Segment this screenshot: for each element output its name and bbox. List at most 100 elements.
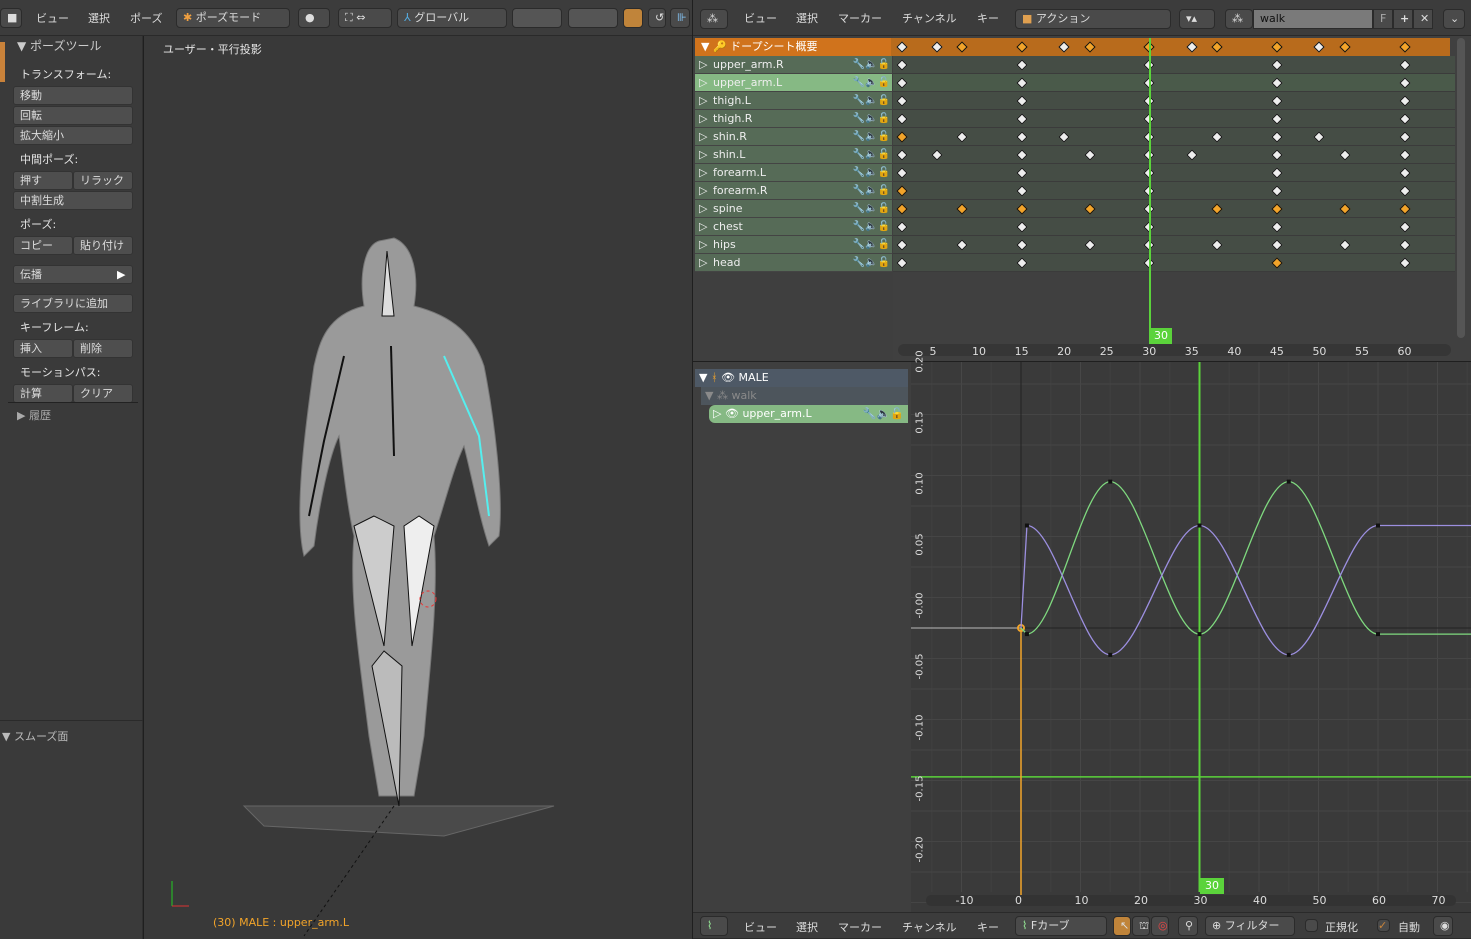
- tool-button[interactable]: コピー: [13, 236, 73, 255]
- unlink-action-button[interactable]: ✕: [1413, 9, 1433, 29]
- menu-key[interactable]: キー: [977, 919, 999, 935]
- channel-icons[interactable]: 🔧🔈🔓: [853, 146, 890, 164]
- menu-channel[interactable]: チャンネル: [902, 10, 957, 26]
- channel-thigh.L[interactable]: ▷ thigh.L 🔧🔈🔓: [695, 92, 892, 110]
- channel-forearm.L[interactable]: ▷ forearm.L 🔧🔈🔓: [695, 164, 892, 182]
- menu-select[interactable]: 選択: [796, 10, 818, 26]
- only-selected-toggle[interactable]: ↖: [1113, 916, 1131, 936]
- layers-1[interactable]: [512, 8, 562, 28]
- expand-icon[interactable]: ▷: [699, 146, 707, 164]
- proportional-edit-icon[interactable]: ◉: [1433, 916, 1453, 936]
- pivot-select[interactable]: ⛶ ⇔: [338, 8, 392, 28]
- expand-icon[interactable]: ▷: [699, 182, 707, 200]
- mode-select[interactable]: ✱ ポーズモード: [176, 8, 290, 28]
- graph-area[interactable]: [911, 362, 1471, 912]
- menu-key[interactable]: キー: [977, 10, 999, 26]
- fake-user-button[interactable]: F: [1373, 9, 1393, 29]
- graph-current-frame-badge[interactable]: 30: [1200, 878, 1224, 894]
- search-icon[interactable]: ⚲: [1178, 916, 1198, 936]
- panel-title[interactable]: ▼ ポーズツール: [17, 37, 101, 54]
- summary-label[interactable]: ▼ 🔑 ドープシート概要: [695, 38, 891, 56]
- object-row[interactable]: ▼ ᚼ 👁 MALE: [695, 369, 908, 387]
- channel-icons[interactable]: 🔧🔈🔓: [853, 200, 890, 218]
- menu-select[interactable]: 選択: [796, 919, 818, 935]
- expand-icon[interactable]: ▷: [699, 236, 707, 254]
- channel-icons[interactable]: 🔧🔈🔓: [853, 128, 890, 146]
- menu-marker[interactable]: マーカー: [838, 919, 882, 935]
- channel-icons[interactable]: 🔧🔈🔓: [853, 236, 890, 254]
- viewport-3d[interactable]: ユーザー・平行投影 (30) MALE : upper_arm.L: [144, 36, 692, 939]
- eye-icon[interactable]: 👁: [725, 407, 739, 420]
- expand-icon[interactable]: ▷: [699, 128, 707, 146]
- channel-icons[interactable]: 🔧🔈🔓: [863, 405, 904, 423]
- auto-checkbox[interactable]: ✓: [1377, 919, 1390, 932]
- channel-icons[interactable]: 🔧🔈🔓: [853, 92, 890, 110]
- channel-icons[interactable]: 🔧🔈🔓: [853, 110, 890, 128]
- ghost-toggle[interactable]: ⛫: [1132, 916, 1150, 936]
- playhead-line[interactable]: [1149, 38, 1151, 344]
- channel-shin.L[interactable]: ▷ shin.L 🔧🔈🔓: [695, 146, 892, 164]
- tool-button[interactable]: リラック: [73, 171, 133, 190]
- action-row[interactable]: ▼ ⁂ walk: [701, 387, 908, 405]
- menu-select[interactable]: 選択: [88, 10, 110, 26]
- tool-button[interactable]: 拡大縮小: [13, 126, 133, 145]
- channel-shin.R[interactable]: ▷ shin.R 🔧🔈🔓: [695, 128, 892, 146]
- channel-icons[interactable]: 🔧🔈🔓: [853, 164, 890, 182]
- channel-upper_arm.R[interactable]: ▷ upper_arm.R 🔧🔈🔓: [695, 56, 892, 74]
- push-down-button[interactable]: ▾▴: [1179, 9, 1215, 29]
- editor-type-button[interactable]: ■: [0, 8, 22, 28]
- menu-marker[interactable]: マーカー: [838, 10, 882, 26]
- orientation-select[interactable]: ⅄ グローバル: [397, 8, 507, 28]
- tool-button[interactable]: クリア: [73, 384, 133, 403]
- armature-figure[interactable]: [144, 36, 692, 939]
- channel-upper_arm.L[interactable]: ▷ upper_arm.L 🔧🔈🔓: [695, 74, 892, 92]
- channel-hips[interactable]: ▷ hips 🔧🔈🔓: [695, 236, 892, 254]
- expand-icon[interactable]: ▷: [699, 200, 707, 218]
- new-action-button[interactable]: +: [1393, 9, 1413, 29]
- channel-forearm.R[interactable]: ▷ forearm.R 🔧🔈🔓: [695, 182, 892, 200]
- menu-channel[interactable]: チャンネル: [902, 919, 957, 935]
- editor-type-button[interactable]: ⌇: [700, 916, 728, 936]
- expand-arrow-icon[interactable]: ▶: [117, 268, 125, 281]
- action-browse[interactable]: ⁂: [1225, 9, 1253, 29]
- tool-button[interactable]: 押す: [13, 171, 73, 190]
- xray-icon[interactable]: ⊪: [670, 8, 690, 28]
- expand-icon[interactable]: ▷: [699, 92, 707, 110]
- channel-head[interactable]: ▷ head 🔧🔈🔓: [695, 254, 892, 272]
- menu-pose[interactable]: ポーズ: [130, 10, 162, 26]
- channel-icons[interactable]: 🔧🔈🔓: [853, 74, 890, 92]
- channel-icons[interactable]: 🔧🔈🔓: [853, 182, 890, 200]
- channel-icons[interactable]: 🔧🔈🔓: [853, 56, 890, 74]
- expand-icon[interactable]: ▷: [699, 110, 707, 128]
- menu-view[interactable]: ビュー: [36, 10, 69, 26]
- tool-button[interactable]: ライブラリに追加: [13, 294, 133, 313]
- shading-select[interactable]: ●: [298, 8, 330, 28]
- tool-button[interactable]: 伝播: [13, 265, 133, 284]
- tool-button[interactable]: 計算: [13, 384, 73, 403]
- current-frame-badge[interactable]: 30: [1150, 328, 1172, 344]
- normalize-checkbox[interactable]: [1305, 919, 1318, 932]
- tool-button[interactable]: 回転: [13, 106, 133, 125]
- editor-type-button[interactable]: ⁂: [700, 9, 728, 29]
- errors-toggle[interactable]: ◎: [1151, 916, 1169, 936]
- channel-thigh.R[interactable]: ▷ thigh.R 🔧🔈🔓: [695, 110, 892, 128]
- channel-chest[interactable]: ▷ chest 🔧🔈🔓: [695, 218, 892, 236]
- lock-icon[interactable]: [623, 8, 643, 28]
- fcurve-channel-row[interactable]: ▷ 👁 upper_arm.L 🔧🔈🔓: [709, 405, 908, 423]
- expand-icon[interactable]: ▷: [699, 56, 707, 74]
- tool-button[interactable]: 貼り付け: [73, 236, 133, 255]
- channel-icons[interactable]: 🔧🔈🔓: [853, 254, 890, 272]
- filter-button[interactable]: ⊕ フィルター: [1205, 916, 1295, 936]
- vertical-scrollbar[interactable]: [1457, 38, 1465, 338]
- eye-icon[interactable]: 👁: [721, 371, 735, 384]
- mode-select[interactable]: ⌇ Fカーブ: [1015, 916, 1107, 936]
- tool-button[interactable]: 移動: [13, 86, 133, 105]
- channel-icons[interactable]: 🔧🔈🔓: [853, 218, 890, 236]
- channel-spine[interactable]: ▷ spine 🔧🔈🔓: [695, 200, 892, 218]
- tab-indicator[interactable]: [0, 42, 5, 82]
- action-name-field[interactable]: walk: [1253, 9, 1373, 29]
- layers-2[interactable]: [568, 8, 618, 28]
- mode-select[interactable]: ■ アクション: [1015, 9, 1171, 29]
- expand-icon[interactable]: ▷: [699, 218, 707, 236]
- expand-icon[interactable]: ▷: [699, 164, 707, 182]
